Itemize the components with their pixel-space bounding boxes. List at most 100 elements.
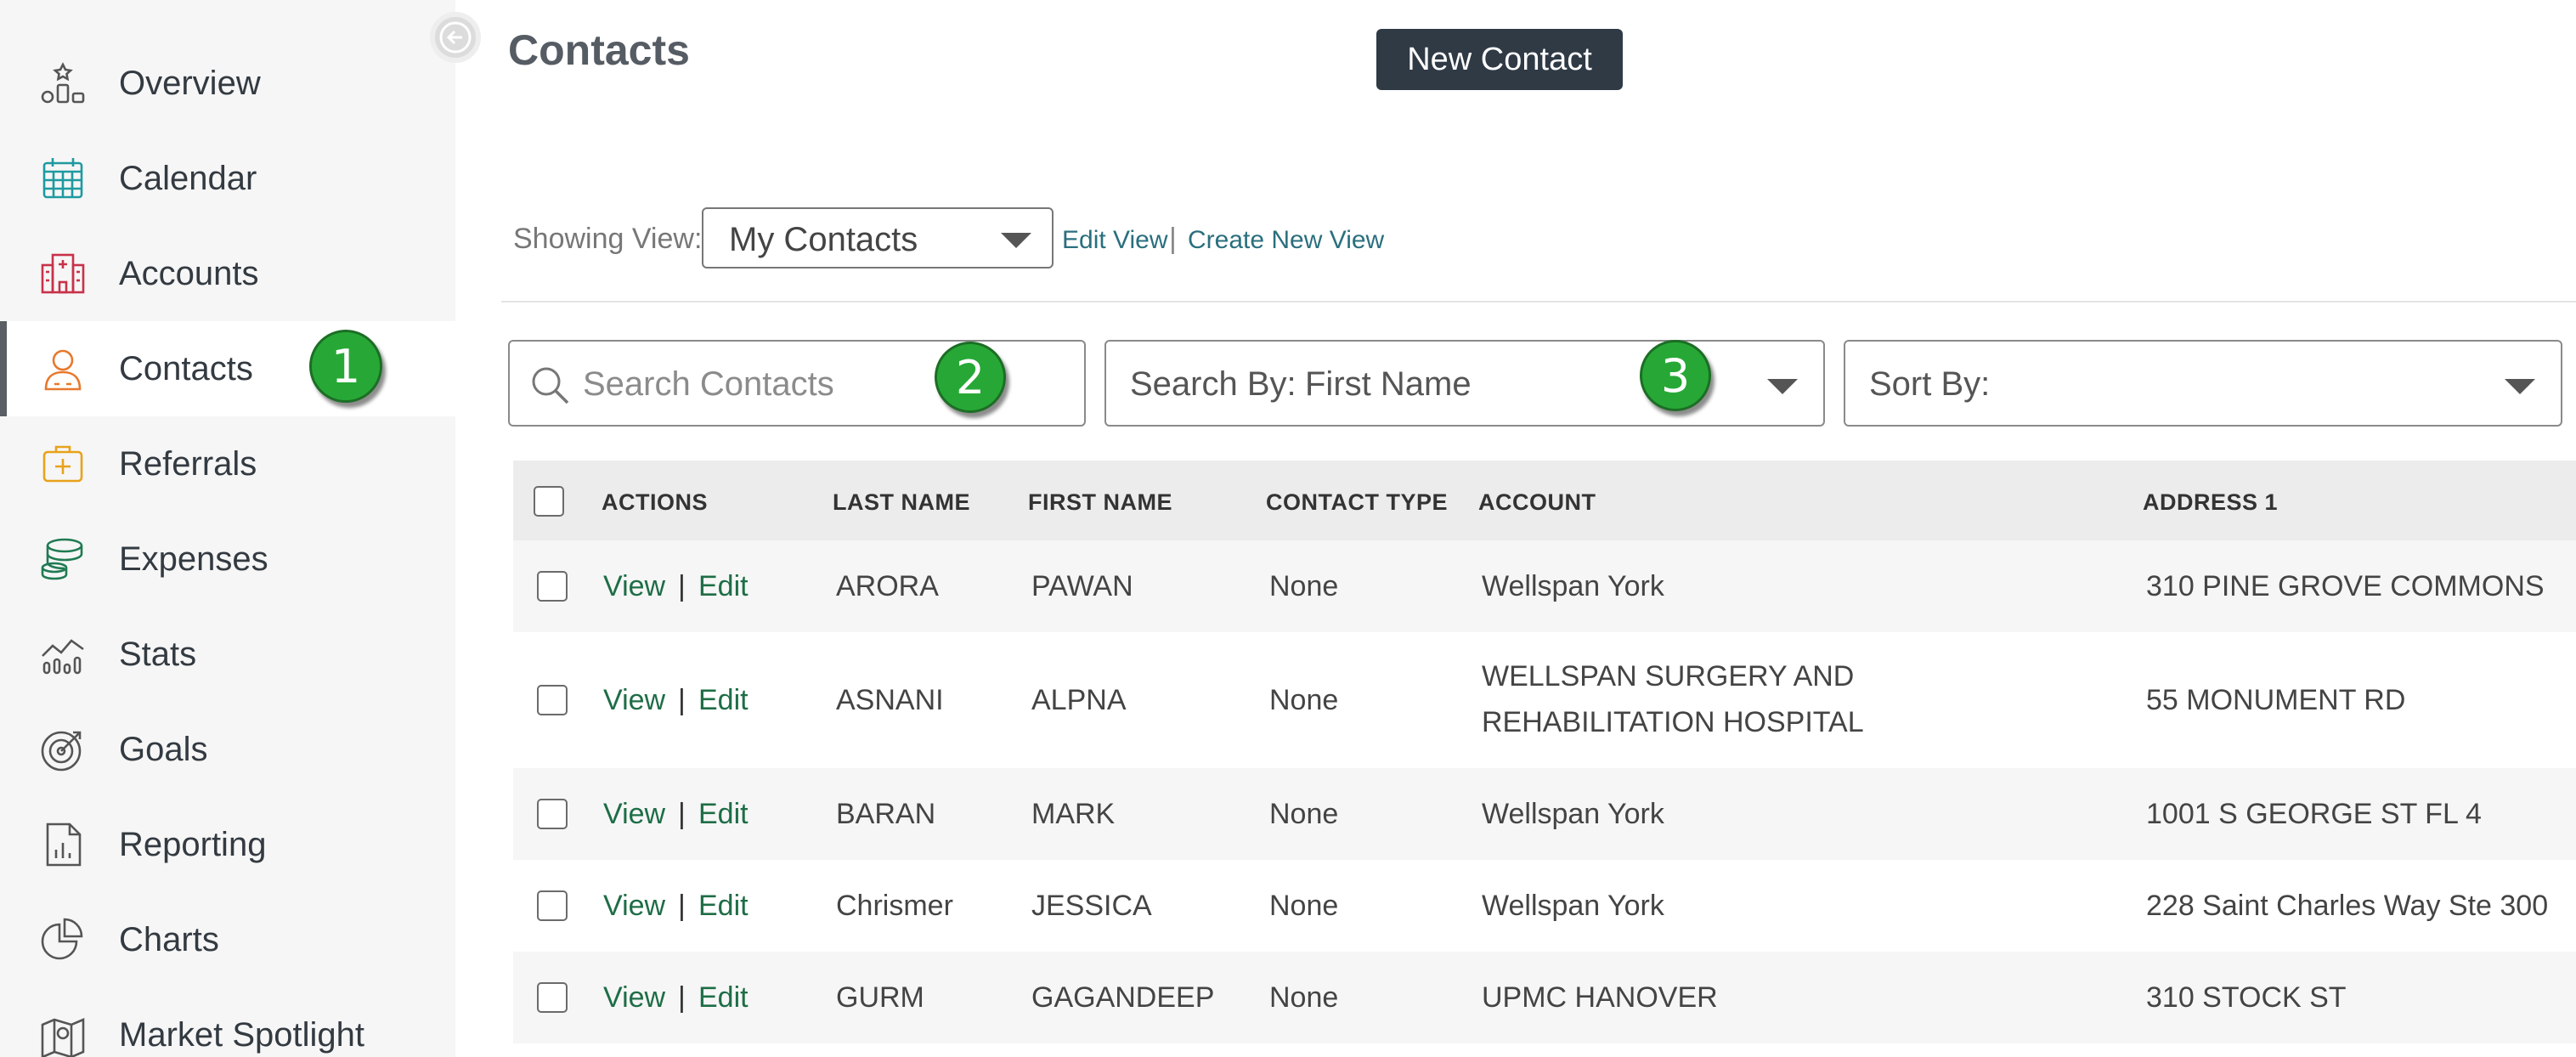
address-cell: 1001 S GEORGE ST FL 4 bbox=[2146, 798, 2482, 830]
row-checkbox[interactable] bbox=[537, 571, 568, 602]
contact-type-cell: None bbox=[1269, 890, 1339, 922]
last-name-cell: Chrismer bbox=[836, 890, 953, 922]
account-cell: Wellspan York bbox=[1482, 570, 1664, 602]
last-name-cell: BARAN bbox=[836, 798, 936, 830]
search-icon bbox=[532, 367, 569, 404]
row-checkbox[interactable] bbox=[537, 799, 568, 829]
sidebar-item-stats[interactable]: Stats bbox=[0, 607, 455, 702]
edit-link[interactable]: Edit bbox=[698, 792, 749, 836]
sidebar-item-label: Overview bbox=[119, 64, 261, 102]
column-header-actions: ACTIONS bbox=[602, 489, 708, 515]
page-title: Contacts bbox=[508, 26, 690, 74]
account-cell-line2: REHABILITATION HOSPITAL bbox=[1482, 706, 1864, 738]
view-link[interactable]: View bbox=[603, 564, 665, 608]
sidebar-item-charts[interactable]: Charts bbox=[0, 892, 455, 987]
collapse-sidebar-button[interactable] bbox=[430, 12, 481, 63]
person-icon bbox=[37, 343, 88, 394]
edit-link[interactable]: Edit bbox=[698, 975, 749, 1020]
search-by-select[interactable]: Search By: First Name 3 bbox=[1104, 340, 1825, 427]
search-by-value: First Name bbox=[1305, 365, 1472, 403]
view-select[interactable]: My Contacts bbox=[702, 207, 1054, 268]
edit-link[interactable]: Edit bbox=[698, 884, 749, 928]
sidebar-item-expenses[interactable]: Expenses bbox=[0, 512, 455, 607]
contact-type-cell: None bbox=[1269, 981, 1339, 1014]
select-all-checkbox[interactable] bbox=[534, 486, 564, 517]
action-separator: | bbox=[678, 570, 686, 602]
search-by-label: Search By: bbox=[1130, 365, 1296, 403]
new-contact-button[interactable]: New Contact bbox=[1376, 29, 1623, 90]
view-select-value: My Contacts bbox=[729, 221, 918, 258]
sidebar-item-label: Stats bbox=[119, 635, 197, 673]
edit-link[interactable]: Edit bbox=[698, 564, 749, 608]
step-badge-1: 1 bbox=[309, 330, 382, 403]
calendar-icon bbox=[37, 153, 88, 204]
view-link[interactable]: View bbox=[603, 975, 665, 1020]
contact-type-cell: None bbox=[1269, 798, 1339, 830]
coins-icon bbox=[37, 534, 88, 585]
edit-link[interactable]: Edit bbox=[698, 678, 749, 722]
showing-view-label: Showing View: bbox=[513, 223, 703, 255]
contact-type-cell: None bbox=[1269, 570, 1339, 602]
caret-down-icon bbox=[2505, 379, 2535, 394]
action-separator: | bbox=[678, 890, 686, 922]
sidebar-item-reporting[interactable]: Reporting bbox=[0, 797, 455, 892]
sort-by-label: Sort By: bbox=[1869, 365, 1991, 403]
table-row: View | Edit ASNANI ALPNA None WELLSPAN S… bbox=[513, 632, 2576, 768]
sidebar: Overview Calendar Accounts Contacts Refe… bbox=[0, 0, 455, 1057]
report-icon bbox=[37, 819, 88, 870]
medkit-icon bbox=[37, 438, 88, 489]
action-separator: | bbox=[678, 981, 686, 1014]
first-name-cell: JESSICA bbox=[1031, 890, 1152, 922]
sidebar-item-referrals[interactable]: Referrals bbox=[0, 416, 455, 512]
sidebar-item-calendar[interactable]: Calendar bbox=[0, 131, 455, 226]
sidebar-item-label: Reporting bbox=[119, 825, 267, 863]
sidebar-item-label: Referrals bbox=[119, 444, 257, 483]
target-icon bbox=[37, 724, 88, 775]
sidebar-item-overview[interactable]: Overview bbox=[0, 36, 455, 131]
row-checkbox[interactable] bbox=[537, 890, 568, 921]
view-link[interactable]: View bbox=[603, 884, 665, 928]
column-header-first-name[interactable]: FIRST NAME bbox=[1028, 489, 1172, 516]
column-header-address[interactable]: ADDRESS 1 bbox=[2143, 489, 2278, 516]
view-link[interactable]: View bbox=[603, 792, 665, 836]
table-row: View | Edit Chrismer JESSICA None Wellsp… bbox=[513, 860, 2576, 952]
create-new-view-link[interactable]: Create New View bbox=[1188, 226, 1384, 255]
sidebar-item-label: Market Spotlight bbox=[119, 1015, 365, 1054]
divider bbox=[501, 301, 2576, 302]
column-header-last-name[interactable]: LAST NAME bbox=[833, 489, 970, 516]
sidebar-item-goals[interactable]: Goals bbox=[0, 702, 455, 797]
contact-type-cell: None bbox=[1269, 684, 1339, 716]
account-cell: Wellspan York bbox=[1482, 798, 1664, 830]
view-link[interactable]: View bbox=[603, 678, 665, 722]
search-contacts-input[interactable]: Search Contacts 2 bbox=[508, 340, 1086, 427]
sidebar-item-accounts[interactable]: Accounts bbox=[0, 226, 455, 321]
sidebar-item-label: Accounts bbox=[119, 254, 259, 292]
stats-icon bbox=[37, 629, 88, 680]
step-badge-3: 3 bbox=[1640, 340, 1711, 411]
sort-by-select[interactable]: Sort By: bbox=[1844, 340, 2562, 427]
address-cell: 310 PINE GROVE COMMONS bbox=[2146, 570, 2545, 602]
action-separator: | bbox=[678, 798, 686, 830]
caret-down-icon bbox=[1767, 379, 1798, 394]
column-header-account[interactable]: ACCOUNT bbox=[1478, 489, 1596, 516]
sidebar-item-label: Goals bbox=[119, 730, 208, 768]
edit-view-link[interactable]: Edit View bbox=[1062, 226, 1168, 255]
first-name-cell: GAGANDEEP bbox=[1031, 981, 1215, 1014]
search-placeholder: Search Contacts bbox=[583, 365, 834, 403]
first-name-cell: ALPNA bbox=[1031, 684, 1127, 716]
account-cell: WELLSPAN SURGERY AND bbox=[1482, 660, 1855, 692]
row-checkbox[interactable] bbox=[537, 982, 568, 1013]
last-name-cell: ASNANI bbox=[836, 684, 944, 716]
arrow-left-icon bbox=[439, 21, 472, 54]
hospital-icon bbox=[37, 248, 88, 299]
row-checkbox[interactable] bbox=[537, 685, 568, 715]
sidebar-item-market-spotlight[interactable]: Market Spotlight bbox=[0, 987, 455, 1057]
sidebar-item-label: Expenses bbox=[119, 540, 268, 578]
column-header-contact-type[interactable]: CONTACT TYPE bbox=[1266, 489, 1448, 516]
account-cell: UPMC HANOVER bbox=[1482, 981, 1718, 1014]
caret-down-icon bbox=[1001, 233, 1031, 248]
sidebar-item-contacts[interactable]: Contacts bbox=[0, 321, 455, 416]
map-icon bbox=[37, 1009, 88, 1057]
account-cell: Wellspan York bbox=[1482, 890, 1664, 922]
table-row: View | Edit BARAN MARK None Wellspan Yor… bbox=[513, 768, 2576, 860]
